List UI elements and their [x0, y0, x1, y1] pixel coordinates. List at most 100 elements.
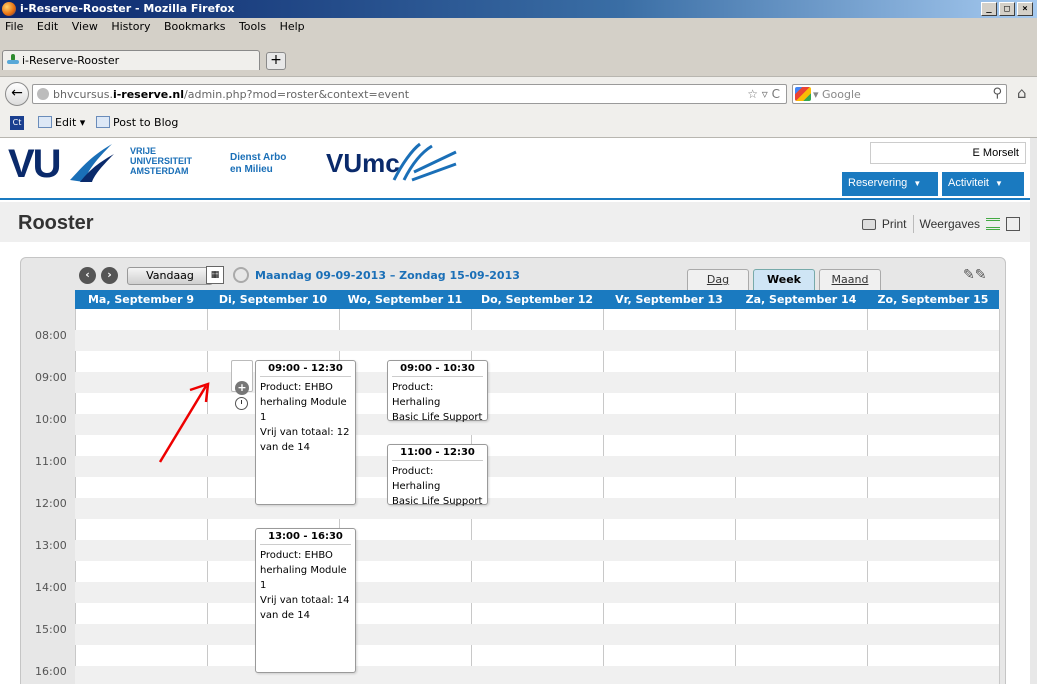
- time-label: 08:00: [35, 329, 67, 342]
- event-body: Product: Herhaling Basic Life Support: [392, 382, 483, 423]
- grid-row: [75, 645, 999, 666]
- page-tools: Print Weergaves: [861, 215, 1020, 233]
- menu-tools[interactable]: Tools: [234, 18, 271, 35]
- tab-maand[interactable]: Maand: [819, 269, 881, 291]
- back-button[interactable]: ←: [5, 82, 29, 106]
- user-name[interactable]: E Morselt: [870, 142, 1026, 164]
- edit-icon: [38, 116, 52, 128]
- grid-row: [75, 330, 999, 351]
- vu-logo[interactable]: VU: [8, 142, 62, 186]
- window-controls: _ □ ×: [981, 2, 1033, 16]
- event-body: Product: EHBO herhaling Module 1 Vrij va…: [260, 550, 350, 621]
- grid-row: [75, 603, 999, 624]
- event-handle[interactable]: +: [231, 360, 253, 395]
- event-card[interactable]: 09:00 - 12:30 Product: EHBO herhaling Mo…: [255, 360, 356, 505]
- grid-row: [75, 519, 999, 540]
- time-column: 08:00 09:00 10:00 11:00 12:00 13:00 14:0…: [29, 309, 75, 684]
- menu-bookmarks[interactable]: Bookmarks: [159, 18, 230, 35]
- window-title: i-Reserve-Rooster - Mozilla Firefox: [20, 2, 235, 15]
- google-logo-icon[interactable]: [795, 87, 811, 101]
- grid-row: [75, 309, 999, 330]
- day-header-tue: Di, September 10: [218, 293, 328, 306]
- close-button[interactable]: ×: [1017, 2, 1033, 16]
- vertical-scrollbar[interactable]: [1030, 138, 1037, 684]
- calendar-toolbar: ‹ › Vandaag ▦ Maandag 09-09-2013 – Zonda…: [21, 258, 1005, 291]
- maximize-button[interactable]: □: [999, 2, 1015, 16]
- event-card[interactable]: 09:00 - 10:30 Product: Herhaling Basic L…: [387, 360, 488, 423]
- grid-row: [75, 582, 999, 603]
- tab-i-reserve-rooster[interactable]: i-Reserve-Rooster: [2, 50, 260, 70]
- menu-view[interactable]: View: [67, 18, 103, 35]
- menu-reservering[interactable]: Reservering ▼: [842, 172, 938, 196]
- navigation-bar: ← bhvcursus.i-reserve.nl/admin.php?mod=r…: [0, 76, 1037, 110]
- week-grid[interactable]: 08:00 09:00 10:00 11:00 12:00 13:00 14:0…: [29, 309, 1000, 684]
- refresh-icon[interactable]: [233, 267, 249, 283]
- time-label: 13:00: [35, 539, 67, 552]
- event-body: Product: Herhaling Basic Life Support: [392, 466, 483, 507]
- day-header-row: Ma, September 9 Di, September 10 Wo, Sep…: [75, 290, 999, 309]
- minimize-button[interactable]: _: [981, 2, 997, 16]
- date-picker-icon[interactable]: ▦: [206, 266, 224, 284]
- url-text: bhvcursus.i-reserve.nl/admin.php?mod=ros…: [53, 88, 410, 101]
- print-link[interactable]: Print: [882, 217, 907, 231]
- event-time: 11:00 - 12:30: [392, 445, 483, 461]
- grid-row: [75, 351, 999, 372]
- back-arrow-icon: ←: [11, 85, 23, 101]
- bookmarks-bar: Ct Edit ▾ Post to Blog: [0, 110, 1037, 138]
- next-week-icon[interactable]: ›: [101, 267, 118, 284]
- today-button[interactable]: Vandaag: [127, 267, 213, 285]
- vumc-swoosh-icon: [392, 142, 457, 182]
- list-view-icon[interactable]: [986, 218, 1000, 230]
- event-card[interactable]: 13:00 - 16:30 Product: EHBO herhaling Mo…: [255, 528, 356, 673]
- time-label: 11:00: [35, 455, 67, 468]
- vumc-logo[interactable]: VUmc: [326, 148, 400, 179]
- menu-help[interactable]: Help: [275, 18, 310, 35]
- event-body: Product: EHBO herhaling Module 1 Vrij va…: [260, 382, 350, 453]
- grid-row: [75, 414, 999, 435]
- star-bookmark-icon[interactable]: ☆ ▿ C: [747, 87, 780, 101]
- page-title: Rooster: [18, 212, 94, 234]
- search-bar[interactable]: ▾ Google ⚲: [792, 84, 1007, 104]
- event-time: 13:00 - 16:30: [260, 529, 351, 545]
- grid-row: [75, 372, 999, 393]
- url-bar[interactable]: bhvcursus.i-reserve.nl/admin.php?mod=ros…: [32, 84, 787, 104]
- page-header: Rooster Print Weergaves: [0, 202, 1030, 242]
- time-label: 16:00: [35, 665, 67, 678]
- vu-griffin-icon: [70, 144, 114, 182]
- vu-name: VRIJE UNIVERSITEIT AMSTERDAM: [130, 146, 193, 176]
- menu-activiteit[interactable]: Activiteit ▼: [942, 172, 1024, 196]
- post-to-blog-bookmark[interactable]: Post to Blog: [96, 116, 178, 129]
- caret-down-icon: ▼: [994, 179, 1003, 188]
- printer-icon[interactable]: [861, 218, 876, 230]
- tab-dag[interactable]: Dag: [687, 269, 749, 291]
- grid-row: [75, 393, 999, 414]
- search-icon[interactable]: ⚲: [992, 86, 1002, 101]
- add-icon[interactable]: +: [235, 381, 249, 395]
- clock-icon[interactable]: [235, 397, 248, 410]
- blog-icon: [96, 116, 110, 128]
- globe-icon: [37, 88, 49, 100]
- firefox-icon: [2, 2, 16, 16]
- tab-week[interactable]: Week: [753, 269, 815, 291]
- menu-file[interactable]: File: [0, 18, 28, 35]
- time-label: 15:00: [35, 623, 67, 636]
- event-card[interactable]: 11:00 - 12:30 Product: Herhaling Basic L…: [387, 444, 488, 507]
- edit-event-icon[interactable]: ✎✎: [963, 267, 986, 283]
- ct-bookmark-icon[interactable]: Ct: [10, 116, 24, 130]
- day-header-sat: Za, September 14: [745, 293, 857, 306]
- new-tab-button[interactable]: +: [266, 52, 286, 70]
- grid-row: [75, 624, 999, 645]
- previous-week-icon[interactable]: ‹: [79, 267, 96, 284]
- day-header-wed: Wo, September 11: [347, 293, 463, 306]
- weergaves-label: Weergaves: [919, 217, 980, 231]
- event-time: 09:00 - 12:30: [260, 361, 351, 377]
- menu-history[interactable]: History: [106, 18, 155, 35]
- home-icon[interactable]: ⌂: [1017, 84, 1027, 102]
- grid-view-icon[interactable]: [1006, 217, 1020, 231]
- edit-bookmark[interactable]: Edit ▾: [38, 116, 85, 129]
- grid-row: [75, 540, 999, 561]
- menu-bar: File Edit View History Bookmarks Tools H…: [0, 18, 1037, 36]
- window-titlebar: i-Reserve-Rooster - Mozilla Firefox _ □ …: [0, 0, 1037, 18]
- menu-edit[interactable]: Edit: [32, 18, 63, 35]
- grid-row: [75, 666, 999, 684]
